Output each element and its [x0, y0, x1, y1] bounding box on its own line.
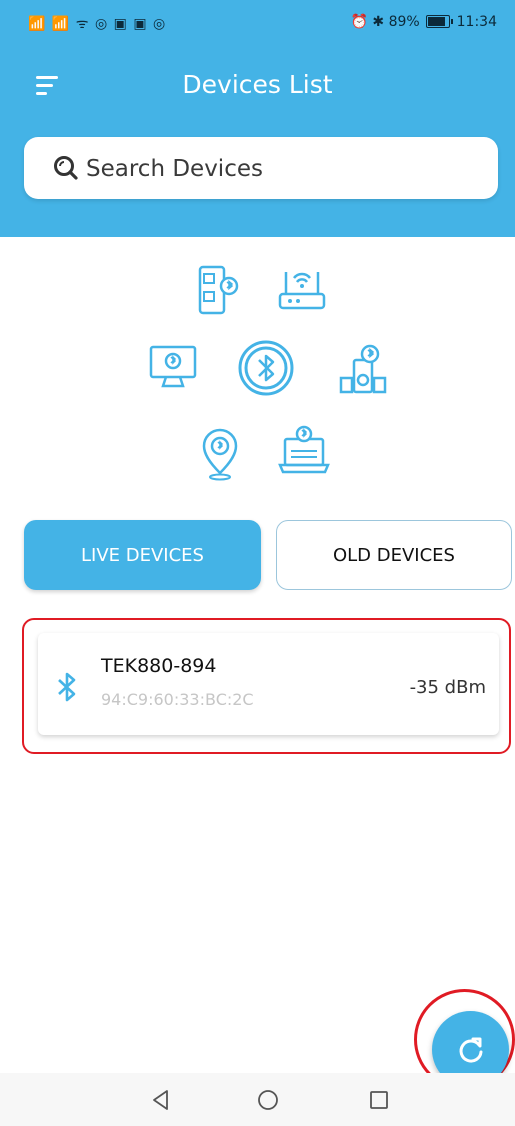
laptop-bluetooth-icon — [278, 425, 330, 474]
back-icon[interactable] — [148, 1087, 174, 1113]
tab-live-devices[interactable]: LIVE DEVICES — [24, 520, 261, 590]
device-name: TEK880-894 — [101, 655, 217, 677]
battery-icon — [426, 15, 454, 28]
system-nav-bar — [0, 1073, 515, 1126]
recents-icon[interactable] — [366, 1087, 392, 1113]
app-header: 📶 📶 ᯤ ◎ ▣ ▣ ◎ ⏰ ✱ 89% 11:34 Devices List — [0, 0, 515, 237]
device-rssi: -35 dBm — [409, 677, 486, 698]
search-icon — [54, 156, 78, 180]
home-icon[interactable] — [255, 1087, 281, 1113]
devices-illustration — [0, 237, 515, 497]
status-bar: 📶 📶 ᯤ ◎ ▣ ▣ ◎ ⏰ ✱ 89% 11:34 — [0, 0, 515, 48]
page-title: Devices List — [182, 70, 333, 99]
phone-bluetooth-icon — [198, 265, 239, 315]
refresh-icon — [459, 1037, 483, 1063]
search-bar[interactable] — [24, 137, 498, 199]
device-mac: 94:C9:60:33:BC:2C — [101, 690, 254, 709]
status-right: ⏰ ✱ 89% 11:34 — [351, 14, 497, 30]
bluetooth-icon — [58, 672, 76, 702]
monitor-bluetooth-icon — [149, 345, 197, 388]
clock: 11:34 — [456, 14, 497, 30]
tab-old-devices[interactable]: OLD DEVICES — [276, 520, 512, 590]
bluetooth-center-icon — [238, 340, 294, 396]
speaker-bluetooth-icon — [339, 344, 387, 394]
status-left-icons: 📶 📶 ᯤ ◎ ▣ ▣ ◎ — [28, 16, 167, 32]
device-list-item[interactable]: TEK880-894 94:C9:60:33:BC:2C -35 dBm — [38, 633, 499, 735]
router-icon — [278, 272, 326, 310]
battery-percent: 89% — [388, 14, 420, 30]
location-bluetooth-icon — [202, 428, 238, 481]
search-input[interactable] — [84, 149, 488, 189]
alarm-bluetooth-icons: ⏰ ✱ — [350, 14, 385, 30]
